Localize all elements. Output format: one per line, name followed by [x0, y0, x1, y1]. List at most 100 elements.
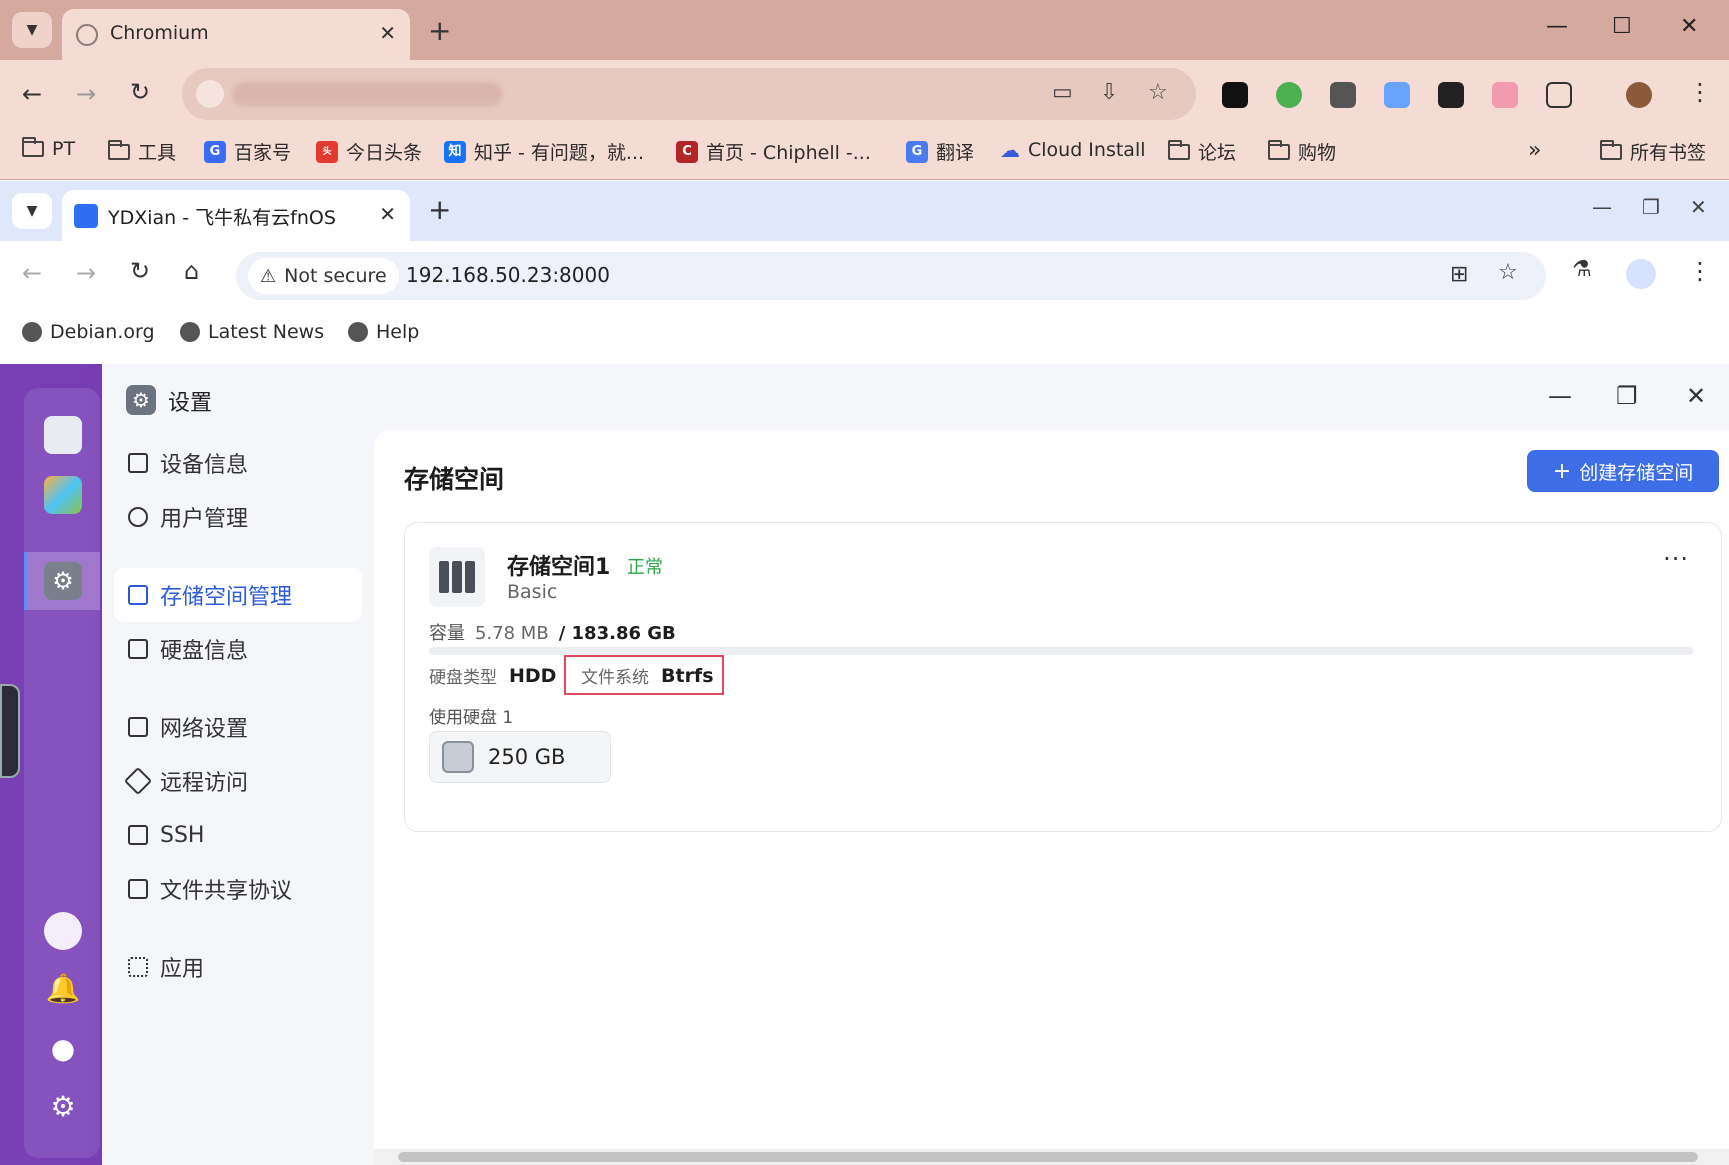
reload-icon[interactable]: ↻ — [130, 257, 150, 285]
bookmarks-overflow-button[interactable]: » — [1528, 138, 1541, 163]
bookmark-cloud-install[interactable]: ☁ Cloud Install — [1000, 138, 1146, 162]
nav-remote-access[interactable]: 远程访问 — [114, 754, 362, 808]
new-tab-button[interactable]: + — [428, 193, 451, 226]
nav-ssh[interactable]: SSH — [114, 808, 362, 862]
profile-icon[interactable] — [1626, 259, 1656, 289]
nav-storage-management[interactable]: 存储空间管理 — [114, 568, 362, 622]
close-window-icon[interactable]: ✕ — [1686, 382, 1706, 410]
warning-icon: ⚠ — [260, 265, 277, 287]
storage-pool-card[interactable]: 存储空间1 正常 Basic ··· 容量 5.78 MB / 183.86 G… — [404, 522, 1722, 832]
folder-icon — [108, 139, 130, 160]
bookmark-forum[interactable]: 论坛 — [1168, 138, 1236, 165]
user-icon[interactable]: ● — [44, 1032, 82, 1070]
device-icon — [128, 453, 148, 473]
bookmark-chiphell[interactable]: C 首页 - Chiphell -... — [676, 138, 871, 165]
nav-user-management[interactable]: 用户管理 — [114, 490, 362, 544]
menu-kebab-icon[interactable]: ⋮ — [1688, 78, 1712, 106]
extension-4-icon[interactable] — [1384, 82, 1410, 108]
close-tab-icon[interactable]: ✕ — [379, 21, 396, 45]
back-icon[interactable]: ← — [22, 259, 42, 287]
globe-icon — [348, 322, 368, 342]
bookmark-star-icon[interactable]: ☆ — [1498, 260, 1518, 285]
globe-icon — [22, 322, 42, 342]
bookmark-latest-news[interactable]: Latest News — [180, 321, 324, 343]
settings-gear-icon[interactable]: ⚙ — [44, 562, 82, 600]
nav-disk-info[interactable]: 硬盘信息 — [114, 622, 362, 676]
inner-tab-search-button[interactable]: ▼ — [12, 193, 52, 229]
scrollbar-thumb[interactable] — [398, 1152, 1698, 1162]
labs-flask-icon[interactable]: ⚗ — [1572, 257, 1592, 282]
bookmark-toutiao[interactable]: 头今日头条 — [316, 138, 422, 165]
restore-icon[interactable]: ❐ — [1642, 195, 1660, 219]
horizontal-scrollbar[interactable] — [374, 1149, 1729, 1165]
extension-1-icon[interactable] — [1222, 82, 1248, 108]
forward-icon[interactable]: → — [76, 259, 96, 287]
nav-device-info[interactable]: 设备信息 — [114, 436, 362, 490]
fnos-favicon-icon — [74, 204, 98, 228]
nav-network-settings[interactable]: 网络设置 — [114, 700, 362, 754]
app-center-icon[interactable] — [44, 476, 82, 514]
bookmark-shopping[interactable]: 购物 — [1268, 138, 1336, 165]
outer-address-bar[interactable]: ▭ ⇩ ☆ — [182, 68, 1196, 120]
maximize-icon[interactable]: ☐ — [1612, 14, 1632, 39]
desktop-icon[interactable] — [44, 416, 82, 454]
filesystem-label: 文件系统 — [581, 668, 649, 688]
site-info-icon[interactable] — [196, 80, 224, 108]
close-tab-icon[interactable]: ✕ — [379, 202, 396, 226]
restore-icon[interactable]: ❐ — [1616, 382, 1638, 410]
disk-type-value: HDD — [509, 664, 557, 687]
more-options-button[interactable]: ··· — [1663, 545, 1689, 573]
toutiao-icon: 头 — [316, 140, 338, 163]
bookmark-star-icon[interactable]: ☆ — [1148, 80, 1168, 105]
extensions-puzzle-icon[interactable] — [1546, 82, 1572, 108]
close-window-icon[interactable]: ✕ — [1680, 14, 1698, 39]
bookmark-pt[interactable]: PT — [22, 137, 75, 160]
bookmark-help[interactable]: Help — [348, 321, 419, 343]
inner-tab[interactable]: YDXian - 飞牛私有云fnOS ✕ — [62, 190, 410, 241]
pool-raid-type: Basic — [507, 581, 558, 603]
nav-file-sharing[interactable]: 文件共享协议 — [114, 862, 362, 916]
outer-toolbar: ← → ↻ ▭ ⇩ ☆ ⋮ — [0, 60, 1729, 130]
reload-icon[interactable]: ↻ — [130, 78, 150, 106]
minimize-icon[interactable]: — — [1546, 14, 1568, 39]
forward-icon[interactable]: → — [76, 80, 96, 108]
plus-icon: + — [1552, 458, 1572, 484]
inner-address-bar[interactable]: ⚠ Not secure 192.168.50.23:8000 ⊞ ☆ — [236, 252, 1546, 300]
security-chip[interactable]: ⚠ Not secure — [248, 258, 399, 294]
minimize-icon[interactable]: — — [1548, 382, 1572, 410]
bookmark-translate[interactable]: G 翻译 — [906, 138, 974, 165]
sync-icon[interactable] — [44, 912, 82, 950]
tab-search-button[interactable]: ▼ — [12, 12, 52, 48]
storage-pool-icon — [429, 547, 485, 607]
extension-2-icon[interactable] — [1276, 82, 1302, 108]
inner-bookmarks-bar: Debian.org Latest News Help — [0, 309, 1729, 364]
all-bookmarks-button[interactable]: 所有书签 — [1600, 138, 1706, 165]
menu-kebab-icon[interactable]: ⋮ — [1688, 257, 1712, 285]
url-text[interactable]: 192.168.50.23:8000 — [406, 263, 610, 287]
system-settings-icon[interactable]: ⚙ — [44, 1090, 82, 1128]
profile-avatar[interactable] — [1626, 82, 1652, 108]
filesystem-row: 文件系统 Btrfs — [581, 663, 714, 689]
translate-icon[interactable]: ⊞ — [1450, 262, 1468, 287]
clipboard-icon[interactable]: ▭ — [1052, 80, 1073, 105]
bookmark-debian[interactable]: Debian.org — [22, 321, 155, 343]
nav-apps[interactable]: 应用 — [114, 940, 362, 994]
bookmark-zhihu[interactable]: 知知乎 - 有问题，就... — [444, 138, 644, 165]
create-storage-button[interactable]: + 创建存储空间 — [1527, 450, 1719, 492]
outer-tab[interactable]: Chromium ✕ — [62, 9, 410, 60]
back-icon[interactable]: ← — [22, 80, 42, 108]
close-window-icon[interactable]: ✕ — [1690, 195, 1707, 219]
side-drawer-handle[interactable] — [0, 684, 20, 778]
new-tab-button[interactable]: + — [428, 14, 451, 47]
bookmark-tools[interactable]: 工具 — [108, 138, 176, 165]
notification-bell-icon[interactable]: 🔔 — [44, 972, 82, 1010]
extension-3-icon[interactable] — [1330, 82, 1356, 108]
extension-5-icon[interactable] — [1438, 82, 1464, 108]
minimize-icon[interactable]: — — [1592, 195, 1612, 219]
extension-6-icon[interactable] — [1492, 82, 1518, 108]
send-icon — [123, 766, 153, 796]
bookmark-baijiahao[interactable]: G 百家号 — [204, 138, 291, 165]
home-icon[interactable]: ⌂ — [184, 257, 199, 285]
disk-chip[interactable]: 250 GB — [429, 731, 611, 783]
install-app-icon[interactable]: ⇩ — [1100, 80, 1118, 105]
